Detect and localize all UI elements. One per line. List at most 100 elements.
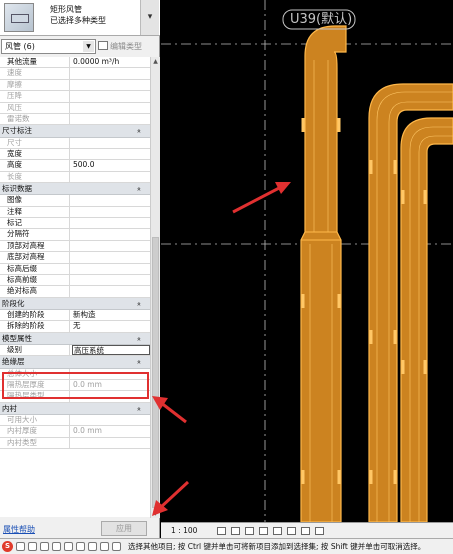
properties-panel: 矩形风管 已选择多种类型 ▾ 风管 (6) ▼ 编辑类型 其他流量 0.0000 … <box>0 0 160 538</box>
property-label: 长度 <box>7 171 70 183</box>
property-value[interactable]: 500.0 <box>72 160 150 170</box>
annotation-arrow <box>232 182 291 214</box>
collapse-chevron-icon[interactable]: » <box>133 187 145 191</box>
property-row: 尺寸 <box>0 137 150 149</box>
property-row: 标记 <box>0 218 150 230</box>
property-row: 内衬厚度 0.0 mm <box>0 426 150 438</box>
property-value-input[interactable]: 高压系统 <box>72 344 150 356</box>
property-label: 绝对标高 <box>7 286 70 297</box>
property-row: 高度 500.0 <box>0 160 150 172</box>
property-label: 雷诺数 <box>7 113 70 125</box>
properties-scrollbar[interactable]: ▲ ▼ <box>150 57 160 518</box>
property-label: 速度 <box>7 68 70 79</box>
property-value[interactable] <box>72 275 150 285</box>
edit-type-button[interactable]: 编辑类型 <box>98 39 158 54</box>
property-label: 可用大小 <box>7 414 70 426</box>
input-method-icon[interactable]: S <box>2 541 13 552</box>
duct-elbow-right[interactable] <box>400 117 453 522</box>
property-label: 创建的阶段 <box>7 309 70 321</box>
property-value[interactable] <box>72 286 150 296</box>
shadows-icon[interactable] <box>259 527 268 535</box>
property-group-header[interactable]: 尺寸标注 » <box>0 125 150 138</box>
microphone-icon[interactable] <box>40 542 49 551</box>
apply-button[interactable]: 应用 <box>101 521 147 536</box>
user-icon[interactable] <box>64 542 73 551</box>
property-group-header[interactable]: 内衬 » <box>0 402 150 415</box>
property-label: 标高后缀 <box>7 263 70 275</box>
property-value[interactable] <box>72 264 150 274</box>
scroll-thumb[interactable] <box>152 237 159 508</box>
property-label: 标高前缀 <box>7 275 70 286</box>
property-value[interactable]: 新构造 <box>72 310 150 320</box>
property-label: 内衬厚度 <box>7 426 70 437</box>
collapse-chevron-icon[interactable]: » <box>133 360 145 364</box>
keyboard-icon[interactable] <box>52 542 61 551</box>
property-value <box>72 138 150 148</box>
property-group-title: 尺寸标注 <box>2 126 32 136</box>
property-value[interactable] <box>72 195 150 205</box>
property-value[interactable] <box>72 207 150 217</box>
property-value[interactable] <box>72 241 150 251</box>
scroll-down-arrow-icon[interactable]: ▼ <box>151 509 160 518</box>
property-row: 创建的阶段 新构造 <box>0 309 150 322</box>
property-group-header[interactable]: 绝缘层 » <box>0 356 150 369</box>
ime-punct-icon[interactable] <box>28 542 37 551</box>
property-label: 宽度 <box>7 148 70 160</box>
collapse-chevron-icon[interactable]: » <box>133 337 145 341</box>
property-value[interactable] <box>72 149 150 159</box>
grid-icon[interactable] <box>100 542 109 551</box>
type-selector[interactable]: 矩形风管 已选择多种类型 ▾ <box>0 0 160 36</box>
property-label: 风压 <box>7 102 70 113</box>
sun-path-icon[interactable] <box>245 527 254 535</box>
drawing-canvas[interactable]: U39(默认) <box>161 0 453 522</box>
property-group-header[interactable]: 标识数据 » <box>0 183 150 196</box>
property-label: 分隔符 <box>7 229 70 240</box>
tools-icon[interactable] <box>76 542 85 551</box>
property-label: 摩擦 <box>7 79 70 91</box>
property-label: 标记 <box>7 218 70 229</box>
visual-style-icon[interactable] <box>231 527 240 535</box>
property-value[interactable]: 0.0000 m³/h <box>72 57 150 67</box>
collapse-chevron-icon[interactable]: » <box>133 407 145 411</box>
property-group-title: 内衬 <box>2 403 17 413</box>
property-label: 压降 <box>7 91 70 102</box>
property-row: 底部对高程 <box>0 252 150 264</box>
type-dropdown-arrow-icon[interactable]: ▾ <box>140 0 159 35</box>
property-row: 内衬类型 <box>0 437 150 450</box>
property-row: 分隔符 <box>0 229 150 241</box>
reveal-hidden-icon[interactable] <box>315 527 324 535</box>
show-crop-icon[interactable] <box>287 527 296 535</box>
property-value[interactable] <box>72 218 150 228</box>
property-value <box>72 103 150 113</box>
property-label: 注释 <box>7 206 70 218</box>
property-value[interactable] <box>72 229 150 239</box>
temporary-hide-icon[interactable] <box>301 527 310 535</box>
menu-icon[interactable] <box>112 542 121 551</box>
property-group-header[interactable]: 阶段化 » <box>0 297 150 310</box>
property-value[interactable] <box>72 252 150 262</box>
properties-help-link[interactable]: 属性帮助 <box>3 524 35 535</box>
property-row: 其他流量 0.0000 m³/h <box>0 57 150 69</box>
property-row: 图像 <box>0 195 150 207</box>
property-group-title: 标识数据 <box>2 184 32 194</box>
category-filter-select[interactable]: 风管 (6) ▼ <box>1 39 96 54</box>
crop-view-icon[interactable] <box>273 527 282 535</box>
detail-level-icon[interactable] <box>217 527 226 535</box>
property-label: 拆除的阶段 <box>7 321 70 332</box>
collapse-chevron-icon[interactable]: » <box>133 302 145 306</box>
skin-icon[interactable] <box>88 542 97 551</box>
ime-lang-icon[interactable] <box>16 542 25 551</box>
view-scale[interactable]: 1 : 100 <box>171 523 197 538</box>
duct-drawing <box>161 0 453 522</box>
scroll-up-arrow-icon[interactable]: ▲ <box>151 57 160 66</box>
property-row: 长度 <box>0 171 150 184</box>
property-row: 速度 <box>0 68 150 80</box>
duct-main[interactable] <box>300 25 347 522</box>
property-group-title: 模型属性 <box>2 333 32 343</box>
property-row: 顶部对高程 <box>0 240 150 253</box>
property-group-header[interactable]: 模型属性 » <box>0 332 150 345</box>
property-value <box>72 172 150 182</box>
view-tag-label: U39(默认) <box>290 12 353 27</box>
collapse-chevron-icon[interactable]: » <box>133 129 145 133</box>
property-value[interactable]: 无 <box>72 321 150 331</box>
